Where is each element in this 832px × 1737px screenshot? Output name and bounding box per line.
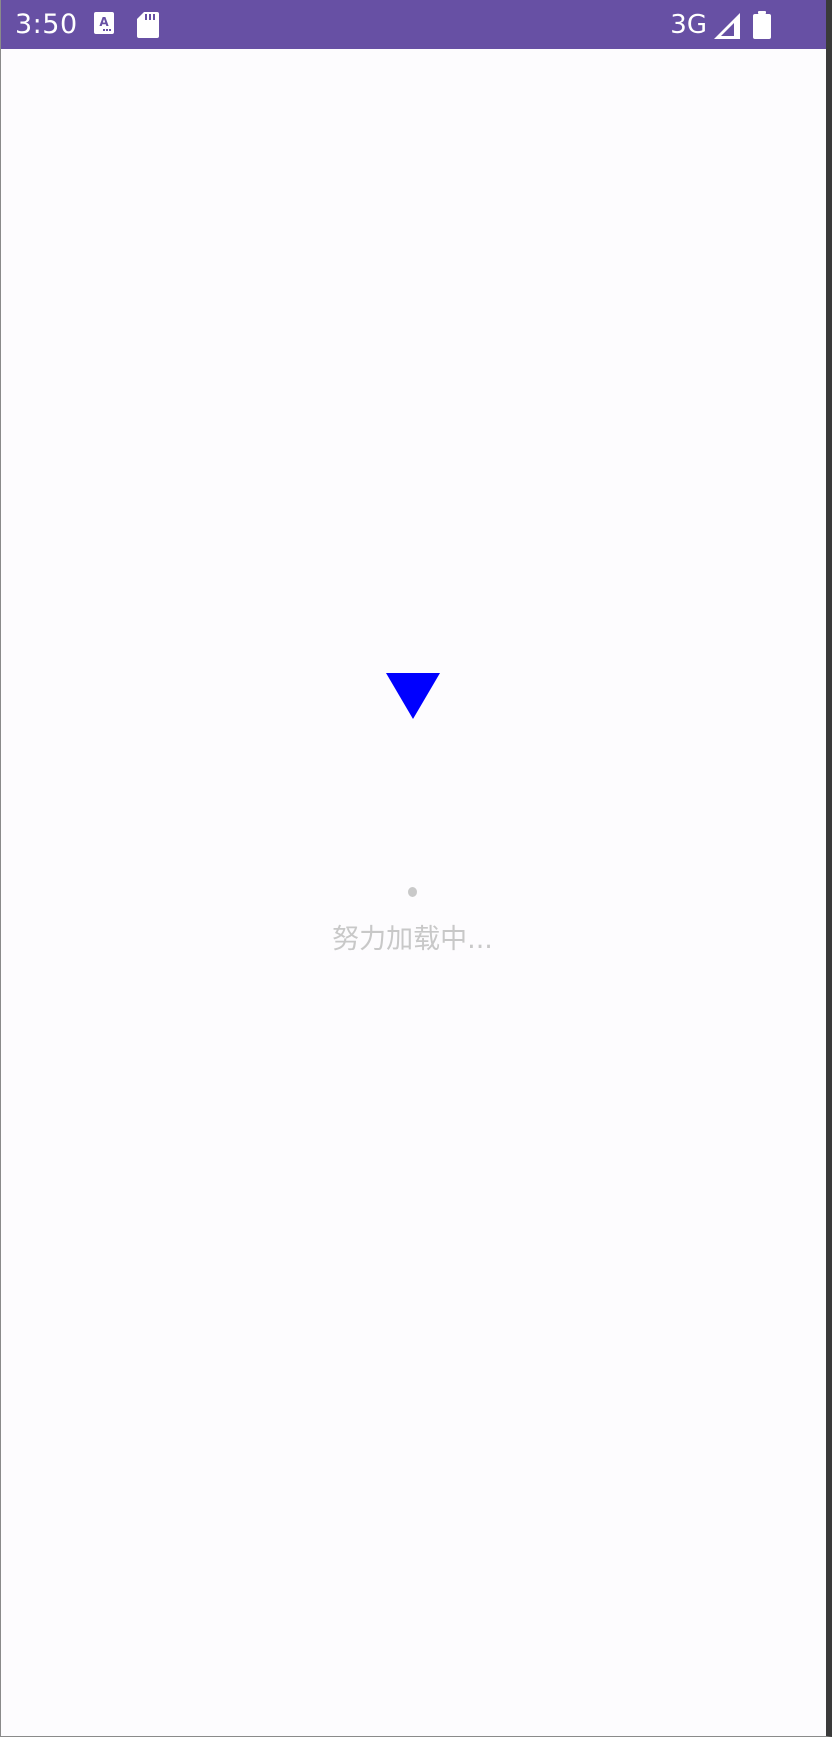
battery-icon: [753, 11, 771, 43]
loading-message: 努力加载中...: [332, 924, 493, 955]
loading-spinner: [408, 887, 417, 897]
loading-arrow-icon: [386, 673, 440, 719]
svg-text:A: A: [99, 15, 109, 29]
network-type: 3G: [670, 10, 707, 40]
font-a-icon: A: [94, 12, 114, 38]
sd-card-icon: [137, 12, 159, 42]
signal-icon: [714, 13, 740, 43]
status-bar: 3:50 A 3G: [1, 0, 826, 49]
content-area: 努力加载中...: [1, 49, 826, 1736]
phone-screen: 3:50 A 3G 努力加载中...: [0, 0, 832, 1737]
status-time: 3:50: [15, 9, 78, 40]
